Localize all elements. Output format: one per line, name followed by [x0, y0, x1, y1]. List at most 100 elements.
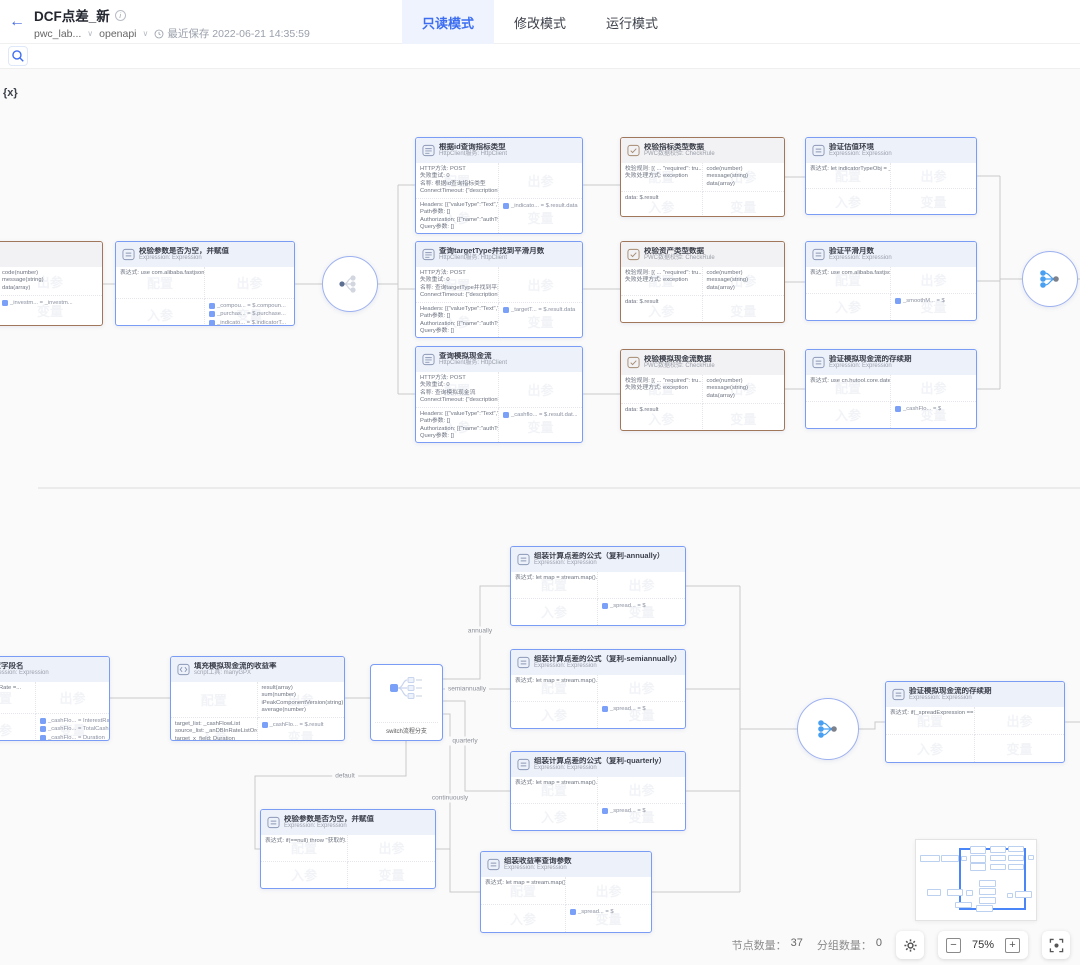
- join-node[interactable]: [797, 698, 859, 760]
- variable-tag[interactable]: _investm... = _investm...: [2, 299, 98, 308]
- minimap-node: [927, 889, 941, 896]
- flow-node-verify-duration-bottom[interactable]: 验证模拟现金流的存续期Expression: Expression配置表达式: …: [885, 681, 1065, 763]
- variable-tag[interactable]: _purchas... = $.purchase...: [209, 310, 290, 319]
- quadrant-watermark: 入参: [511, 702, 597, 729]
- quadrant-watermark: 变量: [703, 296, 785, 323]
- clock-icon: [154, 29, 164, 39]
- flow-node-check-asset-data[interactable]: 校验资产类型数据PWC数据校验: CheckRule配置校验规则: [{ ...…: [620, 241, 785, 323]
- tab-run[interactable]: 运行模式: [586, 0, 678, 44]
- node-subtitle: Expression: Expression: [534, 560, 664, 567]
- node-config-line: 失败处理方式: exception: [625, 173, 698, 180]
- fit-view-button[interactable]: [1042, 931, 1070, 959]
- variable-tag[interactable]: _targetT... = $.result.data: [503, 306, 578, 315]
- variable-chip-icon: [209, 320, 215, 326]
- flow-canvas[interactable]: {x} 节点数量： 37 分组数量： 0 − 75% + 配置出参code(nu…: [0, 68, 1080, 965]
- flow-node-fill-yield[interactable]: 填充模拟现金流的收益率script工具: manyGPX配置出参result(a…: [170, 656, 345, 741]
- minimap-node: [1008, 864, 1025, 871]
- tab-readonly[interactable]: 只读模式: [402, 0, 494, 44]
- variable-tag[interactable]: _cashFlo... = $: [895, 405, 972, 414]
- edge-label-quarterly: quarterly: [449, 737, 480, 746]
- chevron-down-icon[interactable]: ∨: [143, 29, 149, 38]
- zoom-out-button[interactable]: −: [946, 938, 961, 953]
- node-title: 校验参数是否为空，并赋值: [139, 247, 229, 256]
- minimap-node: [961, 856, 966, 861]
- node-title: 验证模拟现金流的存续期: [909, 687, 992, 696]
- zoom-in-button[interactable]: +: [1005, 938, 1020, 953]
- quadrant-watermark: 出参: [499, 372, 582, 407]
- quadrant-watermark: 出参: [348, 835, 435, 861]
- flow-node-yield-query-params[interactable]: 组装收益率查询参数Expression: Expression配置表达式: le…: [480, 851, 652, 933]
- node-title: 设置字段名: [0, 662, 49, 671]
- flow-node-check-cashflow-data[interactable]: 校验模拟现金流数据PWC数据校验: CheckRule配置校验规则: [{ ..…: [620, 349, 785, 431]
- search-button[interactable]: [8, 46, 28, 66]
- flow-node-http-target-type[interactable]: 查询targetType并找到平滑月数HttpClient服务: HttpCli…: [415, 241, 583, 338]
- flow-node-check-params-bottom[interactable]: 校验参数是否为空，并赋值Expression: Expression配置表达式:…: [260, 809, 436, 889]
- flow-node-check-params-top[interactable]: 校验参数是否为空，并赋值Expression: Expression配置表达式:…: [115, 241, 295, 326]
- quadrant-watermark: 出参: [499, 163, 582, 198]
- node-count: 节点数量： 37: [732, 937, 803, 953]
- node-config-line: data(array): [707, 181, 781, 188]
- node-config-line: Rate =...: [0, 685, 31, 692]
- flow-node-verify-smooth-months[interactable]: 验证平滑月数Expression: Expression配置表达式: use c…: [805, 241, 977, 321]
- variable-tag[interactable]: _cashFlo... = InterestRate: [40, 717, 105, 726]
- variable-tag[interactable]: _spread... = $: [570, 908, 647, 917]
- flow-node-formula-quarterly[interactable]: 组装计算点差的公式（复利-quarterly）Expression: Expre…: [510, 751, 686, 831]
- node-subtitle: script工具: manyGPX: [194, 670, 277, 677]
- flow-node-http-sim-cashflow[interactable]: 查询模拟现金流HttpClient服务: HttpClient配置HTTP方法:…: [415, 346, 583, 443]
- node-config-line: 表达式: if(==null) throw "获取的...: [265, 838, 343, 845]
- variable-tag[interactable]: _smoothM... = $: [895, 297, 972, 306]
- node-config-line: Path参数: []: [420, 209, 494, 216]
- minimap-node: [970, 855, 986, 863]
- join-node[interactable]: [1022, 251, 1078, 307]
- variable-tag[interactable]: _compou... = $.compoun...: [209, 302, 290, 311]
- variable-tag[interactable]: _indicato... = $.result.data: [503, 202, 578, 211]
- quadrant-watermark: 入参: [0, 714, 35, 742]
- variable-tag[interactable]: _spread... = $: [602, 602, 681, 611]
- minimap-node: [970, 846, 986, 854]
- expr-node-icon: [517, 553, 530, 566]
- fork-node[interactable]: [322, 256, 378, 312]
- variable-tag[interactable]: _cashFlo... = Duration: [40, 734, 105, 742]
- node-config-line: 失败处理方式: exception: [625, 385, 698, 392]
- variable-tag[interactable]: _cashFlo... = $.result: [262, 721, 341, 730]
- node-subtitle: PWC数据校验: CheckRule: [644, 363, 715, 370]
- tab-modify[interactable]: 修改模式: [494, 0, 586, 44]
- flow-node-set-field-name[interactable]: 设置字段名Expression: Expression配置Rate =...出参…: [0, 656, 110, 741]
- breadcrumb-project[interactable]: pwc_lab...: [34, 28, 81, 40]
- info-icon[interactable]: i: [115, 10, 126, 21]
- node-subtitle: Expression: Expression: [534, 765, 666, 772]
- app-header: ← DCF点差_新 i pwc_lab... ∨ openapi ∨ 最近保存 …: [0, 0, 1080, 44]
- variable-chip-icon: [40, 735, 46, 741]
- node-title: 验证平滑月数: [829, 247, 892, 256]
- breadcrumb-api[interactable]: openapi: [99, 28, 136, 40]
- switch-node[interactable]: switch流程分支: [370, 664, 443, 741]
- node-config-line: message(string): [707, 173, 781, 180]
- node-config-line: 表达式: let indicatorTypeObj = _i...: [810, 166, 886, 173]
- variables-icon[interactable]: {x}: [3, 87, 18, 99]
- flow-node-formula-semiannually[interactable]: 组装计算点差的公式（复利-semiannually）Expression: Ex…: [510, 649, 686, 729]
- back-button[interactable]: ←: [0, 13, 34, 31]
- flow-node-check-left-partial[interactable]: 配置出参code(number)message(string)data(arra…: [0, 241, 103, 326]
- node-config-line: iPeakComponentVersion(string): [262, 700, 341, 707]
- variable-tag[interactable]: _cashFlo... = TotalCashF...: [40, 725, 105, 734]
- flow-node-formula-annually[interactable]: 组装计算点差的公式（复利-annually）Expression: Expres…: [510, 546, 686, 626]
- node-config-line: average(number): [262, 707, 341, 714]
- flow-node-http-indicator-type[interactable]: 根据id查询指标类型HttpClient服务: HttpClient配置HTTP…: [415, 137, 583, 234]
- settings-button[interactable]: [896, 931, 924, 959]
- variable-tag[interactable]: _cashflo... = $.result.dat...: [503, 411, 578, 420]
- node-subtitle: PWC数据校验: CheckRule: [644, 255, 715, 262]
- node-subtitle: Expression: Expression: [829, 255, 892, 262]
- minimap-node: [990, 855, 1006, 862]
- switch-node-label: switch流程分支: [375, 722, 438, 735]
- flow-node-verify-duration-top[interactable]: 验证模拟现金流的存续期Expression: Expression配置表达式: …: [805, 349, 977, 429]
- variable-tag[interactable]: _spread... = $: [602, 705, 681, 714]
- chevron-down-icon[interactable]: ∨: [87, 29, 93, 38]
- minimap[interactable]: [915, 839, 1037, 921]
- variable-tag[interactable]: _spread... = $: [602, 807, 681, 816]
- flow-node-check-indicator-data[interactable]: 校验指标类型数据PWC数据校验: CheckRule配置校验规则: [{ ...…: [620, 137, 785, 217]
- node-title: 组装收益率查询参数: [504, 857, 572, 866]
- node-title: 组装计算点差的公式（复利-annually）: [534, 552, 664, 561]
- node-config-line: Authorization: [{"name":"authTyp...: [420, 217, 494, 224]
- flow-node-verify-env[interactable]: 验证估值环境Expression: Expression配置表达式: let i…: [805, 137, 977, 215]
- variable-tag[interactable]: _indicato... = $.indicatorT...: [209, 319, 290, 327]
